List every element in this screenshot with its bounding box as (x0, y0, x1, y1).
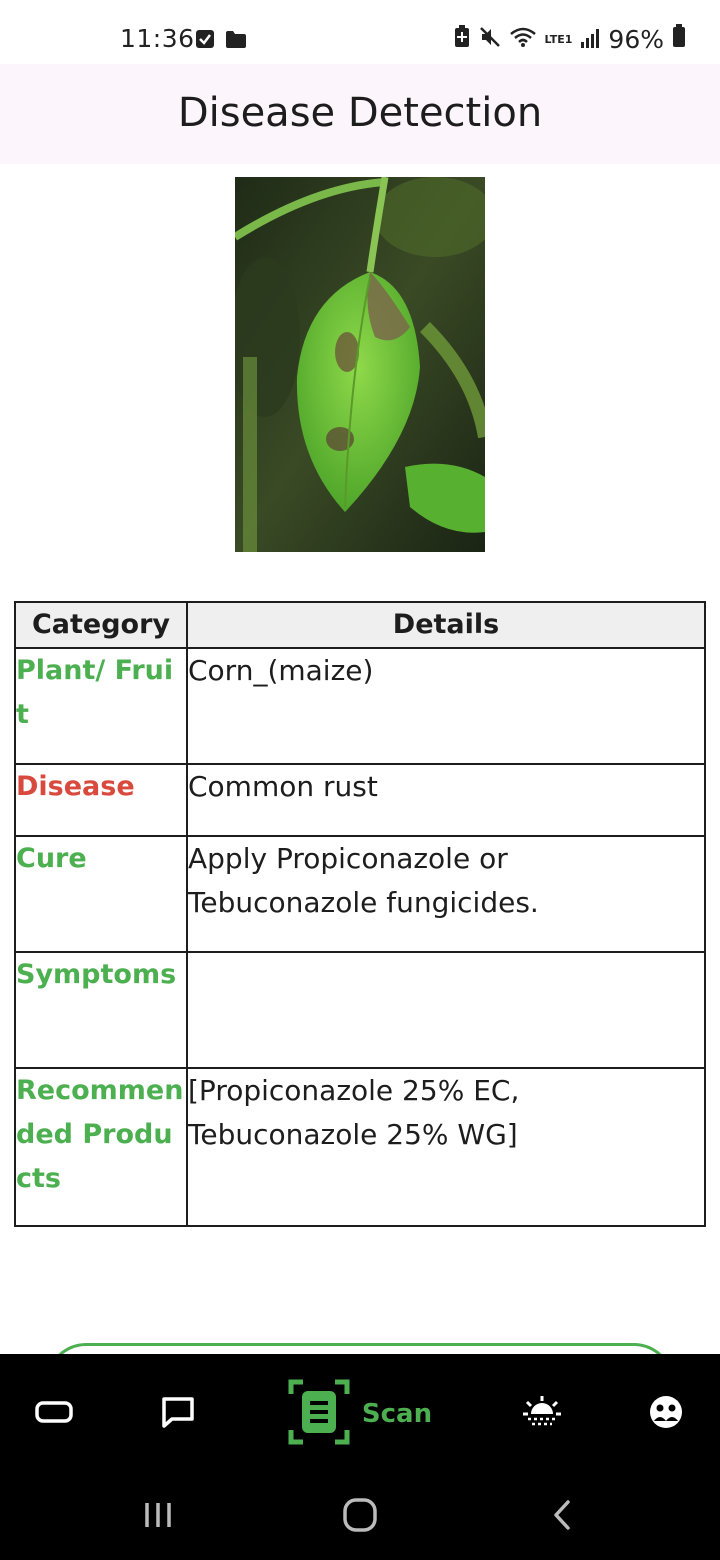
status-time: 11:36 (120, 24, 195, 53)
table-row: Cure Apply Propiconazole or Tebuconazole… (14, 835, 706, 953)
row-category-plant: Plant/ Fruit (14, 647, 188, 765)
scan-label: Scan (361, 1399, 433, 1429)
chat-icon (160, 1395, 196, 1433)
home-icon (343, 1498, 377, 1536)
table-header-row: Category Details (14, 601, 706, 649)
battery-icon (672, 24, 686, 54)
community-icon (649, 1395, 683, 1433)
row-category-cure: Cure (14, 835, 188, 953)
nav-card[interactable] (14, 1354, 94, 1474)
page-title: Disease Detection (177, 90, 543, 136)
back-icon (551, 1499, 573, 1535)
scan-icon (288, 1379, 350, 1449)
row-category-disease: Disease (14, 763, 188, 837)
signal-icon (580, 25, 600, 54)
bottom-nav: Scan (0, 1354, 720, 1474)
battery-saver-icon (453, 24, 471, 54)
disease-info-table: Category Details Plant/ Fruit Corn_(maiz… (14, 601, 706, 1227)
table-row: Plant/ Fruit Corn_(maize) (14, 647, 706, 765)
card-icon (35, 1399, 73, 1429)
nav-weather[interactable] (502, 1354, 582, 1474)
row-details-cure: Apply Propiconazole or Tebuconazole fung… (186, 835, 706, 953)
check-box-icon (195, 29, 215, 53)
recents-icon (143, 1500, 173, 1534)
row-category-products: Recommended Products (14, 1067, 188, 1227)
folder-icon (225, 29, 247, 53)
leaf-photo (235, 177, 485, 552)
nav-community[interactable] (626, 1354, 706, 1474)
recents-button[interactable] (118, 1474, 198, 1560)
network-label: LTE1 (544, 32, 573, 46)
table-row: Symptoms (14, 951, 706, 1069)
header-category: Category (14, 601, 188, 649)
system-nav (0, 1474, 720, 1560)
table-row: Recommended Products [Propiconazole 25% … (14, 1067, 706, 1227)
mute-icon (479, 25, 501, 54)
nav-chat[interactable] (138, 1354, 218, 1474)
row-details-symptoms (186, 951, 706, 1069)
row-details-products: [Propiconazole 25% EC, Tebuconazole 25% … (186, 1067, 706, 1227)
wifi-icon (509, 25, 537, 54)
status-right-group: LTE1 96% (453, 24, 686, 54)
app-bar: Disease Detection (0, 64, 720, 164)
nav-scan[interactable]: Scan (280, 1354, 440, 1474)
weather-icon (522, 1394, 562, 1434)
back-button[interactable] (522, 1474, 602, 1560)
row-category-symptoms: Symptoms (14, 951, 188, 1069)
home-button[interactable] (320, 1474, 400, 1560)
header-details: Details (186, 601, 706, 649)
status-bar: 11:36 LTE1 96% (0, 0, 720, 64)
row-details-plant: Corn_(maize) (186, 647, 706, 765)
table-row: Disease Common rust (14, 763, 706, 837)
row-details-disease: Common rust (186, 763, 706, 837)
battery-percent: 96% (608, 24, 664, 54)
